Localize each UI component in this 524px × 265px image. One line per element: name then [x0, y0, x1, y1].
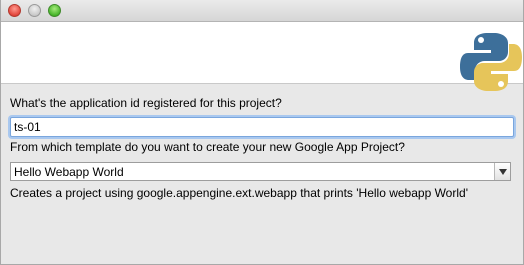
close-window-button[interactable] — [8, 4, 21, 17]
template-select[interactable]: Hello Webapp World — [10, 162, 511, 181]
python-logo-icon — [460, 33, 522, 91]
template-label: From which template do you want to creat… — [10, 140, 405, 154]
template-description: Creates a project using google.appengine… — [10, 186, 468, 200]
app-id-label: What's the application id registered for… — [10, 96, 282, 110]
minimize-window-button[interactable] — [28, 4, 41, 17]
dropdown-arrow-icon[interactable] — [494, 163, 510, 180]
app-id-input[interactable] — [10, 117, 514, 137]
title-bar[interactable] — [1, 0, 523, 22]
wizard-banner — [1, 22, 523, 91]
zoom-window-button[interactable] — [48, 4, 61, 17]
template-selected-value: Hello Webapp World — [14, 165, 124, 179]
dialog-window: What's the application id registered for… — [0, 0, 524, 265]
